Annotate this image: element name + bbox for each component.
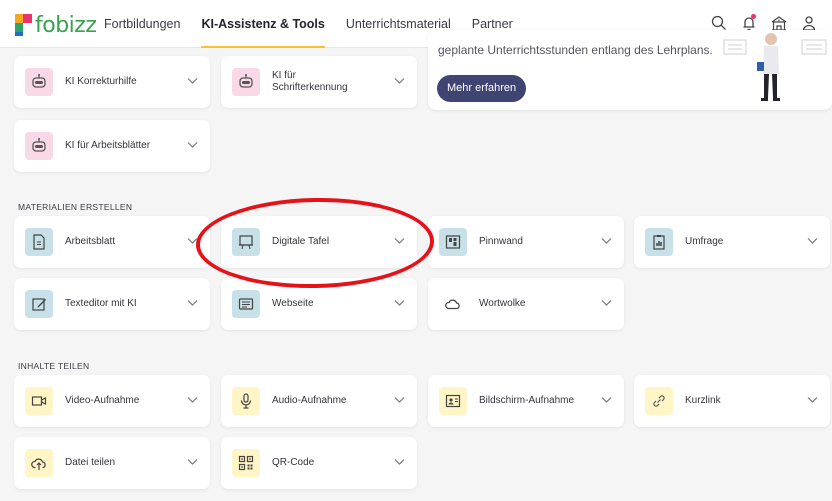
chevron-down-icon[interactable] [807,396,818,404]
teacher-illustration-icon [723,33,827,101]
logo-text: fobizz [35,12,97,38]
section-title-inhalte: INHALTE TEILEN [18,361,90,371]
survey-icon [645,228,673,256]
tile-label: Digitale Tafel [272,236,330,247]
tile-label: Bildschirm-Aufnahme [479,395,575,406]
chevron-down-icon[interactable] [187,77,198,85]
chevron-down-icon[interactable] [394,458,405,466]
mehr-erfahren-button[interactable]: Mehr erfahren [437,75,527,102]
chevron-down-icon[interactable] [187,396,198,404]
promo-text: geplante Unterrichtsstunden entlang des … [438,43,713,57]
tile-webseite[interactable]: Webseite [221,278,417,330]
tile-qr-code[interactable]: QR-Code [221,437,417,489]
tile-label: KI Korrekturhilfe [65,76,137,87]
chevron-down-icon[interactable] [807,237,818,245]
tile-audio-aufnahme[interactable]: Audio-Aufnahme [221,375,417,427]
tile-datei-teilen[interactable]: Datei teilen [14,437,210,489]
tile-label: Texteditor mit KI [65,298,137,309]
chevron-down-icon[interactable] [394,299,405,307]
tile-kurzlink[interactable]: Kurzlink [634,375,830,427]
tile-arbeitsblatt[interactable]: Arbeitsblatt [14,216,210,268]
chevron-down-icon[interactable] [187,458,198,466]
chevron-down-icon[interactable] [187,299,198,307]
link-icon [645,387,673,415]
video-icon [25,387,53,415]
tile-label: Datei teilen [65,457,116,468]
tile-label: KI für Schrifterkennung [272,70,348,93]
promo-banner: geplante Unterrichtsstunden entlang des … [428,30,832,110]
tile-label: Video-Aufnahme [65,395,140,406]
logo-mark-icon [15,14,32,36]
robot-icon [232,68,260,96]
nav-ki-assistenz-tools[interactable]: KI-Assistenz & Tools [201,0,326,48]
tile-video-aufnahme[interactable]: Video-Aufnahme [14,375,210,427]
tile-label: Kurzlink [685,395,721,406]
tile-label: Audio-Aufnahme [272,395,347,406]
tile-ki-fuer-schrifterkennung[interactable]: KI für Schrifterkennung [221,56,417,108]
tile-digitale-tafel[interactable]: Digitale Tafel [221,216,417,268]
tile-label: Webseite [272,298,314,309]
tile-pinnwand[interactable]: Pinnwand [428,216,624,268]
chevron-down-icon[interactable] [187,141,198,149]
chevron-down-icon[interactable] [394,237,405,245]
edit-icon [25,290,53,318]
tile-label: Wortwolke [479,298,526,309]
screen-recording-icon [439,387,467,415]
chevron-down-icon[interactable] [601,299,612,307]
webpage-icon [232,290,260,318]
tile-label: QR-Code [272,457,315,468]
qr-code-icon [232,449,260,477]
tile-label: KI für Arbeitsblätter [65,140,151,151]
tile-umfrage[interactable]: Umfrage [634,216,830,268]
tile-ki-korrekturhilfe[interactable]: KI Korrekturhilfe [14,56,210,108]
tile-wortwolke[interactable]: Wortwolke [428,278,624,330]
notification-dot [751,14,756,19]
tile-bildschirm-aufnahme[interactable]: Bildschirm-Aufnahme [428,375,624,427]
robot-icon [25,68,53,96]
section-title-materialien: MATERIALIEN ERSTELLEN [18,202,133,212]
upload-cloud-icon [25,449,53,477]
tile-ki-fuer-arbeitsblaetter[interactable]: KI für Arbeitsblätter [14,120,210,172]
nav-fortbildungen[interactable]: Fortbildungen [104,0,180,48]
robot-icon [25,132,53,160]
whiteboard-icon [232,228,260,256]
pinboard-icon [439,228,467,256]
chevron-down-icon[interactable] [394,396,405,404]
chevron-down-icon[interactable] [394,77,405,85]
worksheet-icon [25,228,53,256]
chevron-down-icon[interactable] [601,237,612,245]
chevron-down-icon[interactable] [187,237,198,245]
microphone-icon [232,387,260,415]
tile-texteditor-mit-ki[interactable]: Texteditor mit KI [14,278,210,330]
chevron-down-icon[interactable] [601,396,612,404]
tile-label: Umfrage [685,236,724,247]
cloud-icon [439,290,467,318]
fobizz-logo[interactable]: fobizz [15,12,97,38]
tile-label: Pinnwand [479,236,523,247]
tile-label: Arbeitsblatt [65,236,116,247]
